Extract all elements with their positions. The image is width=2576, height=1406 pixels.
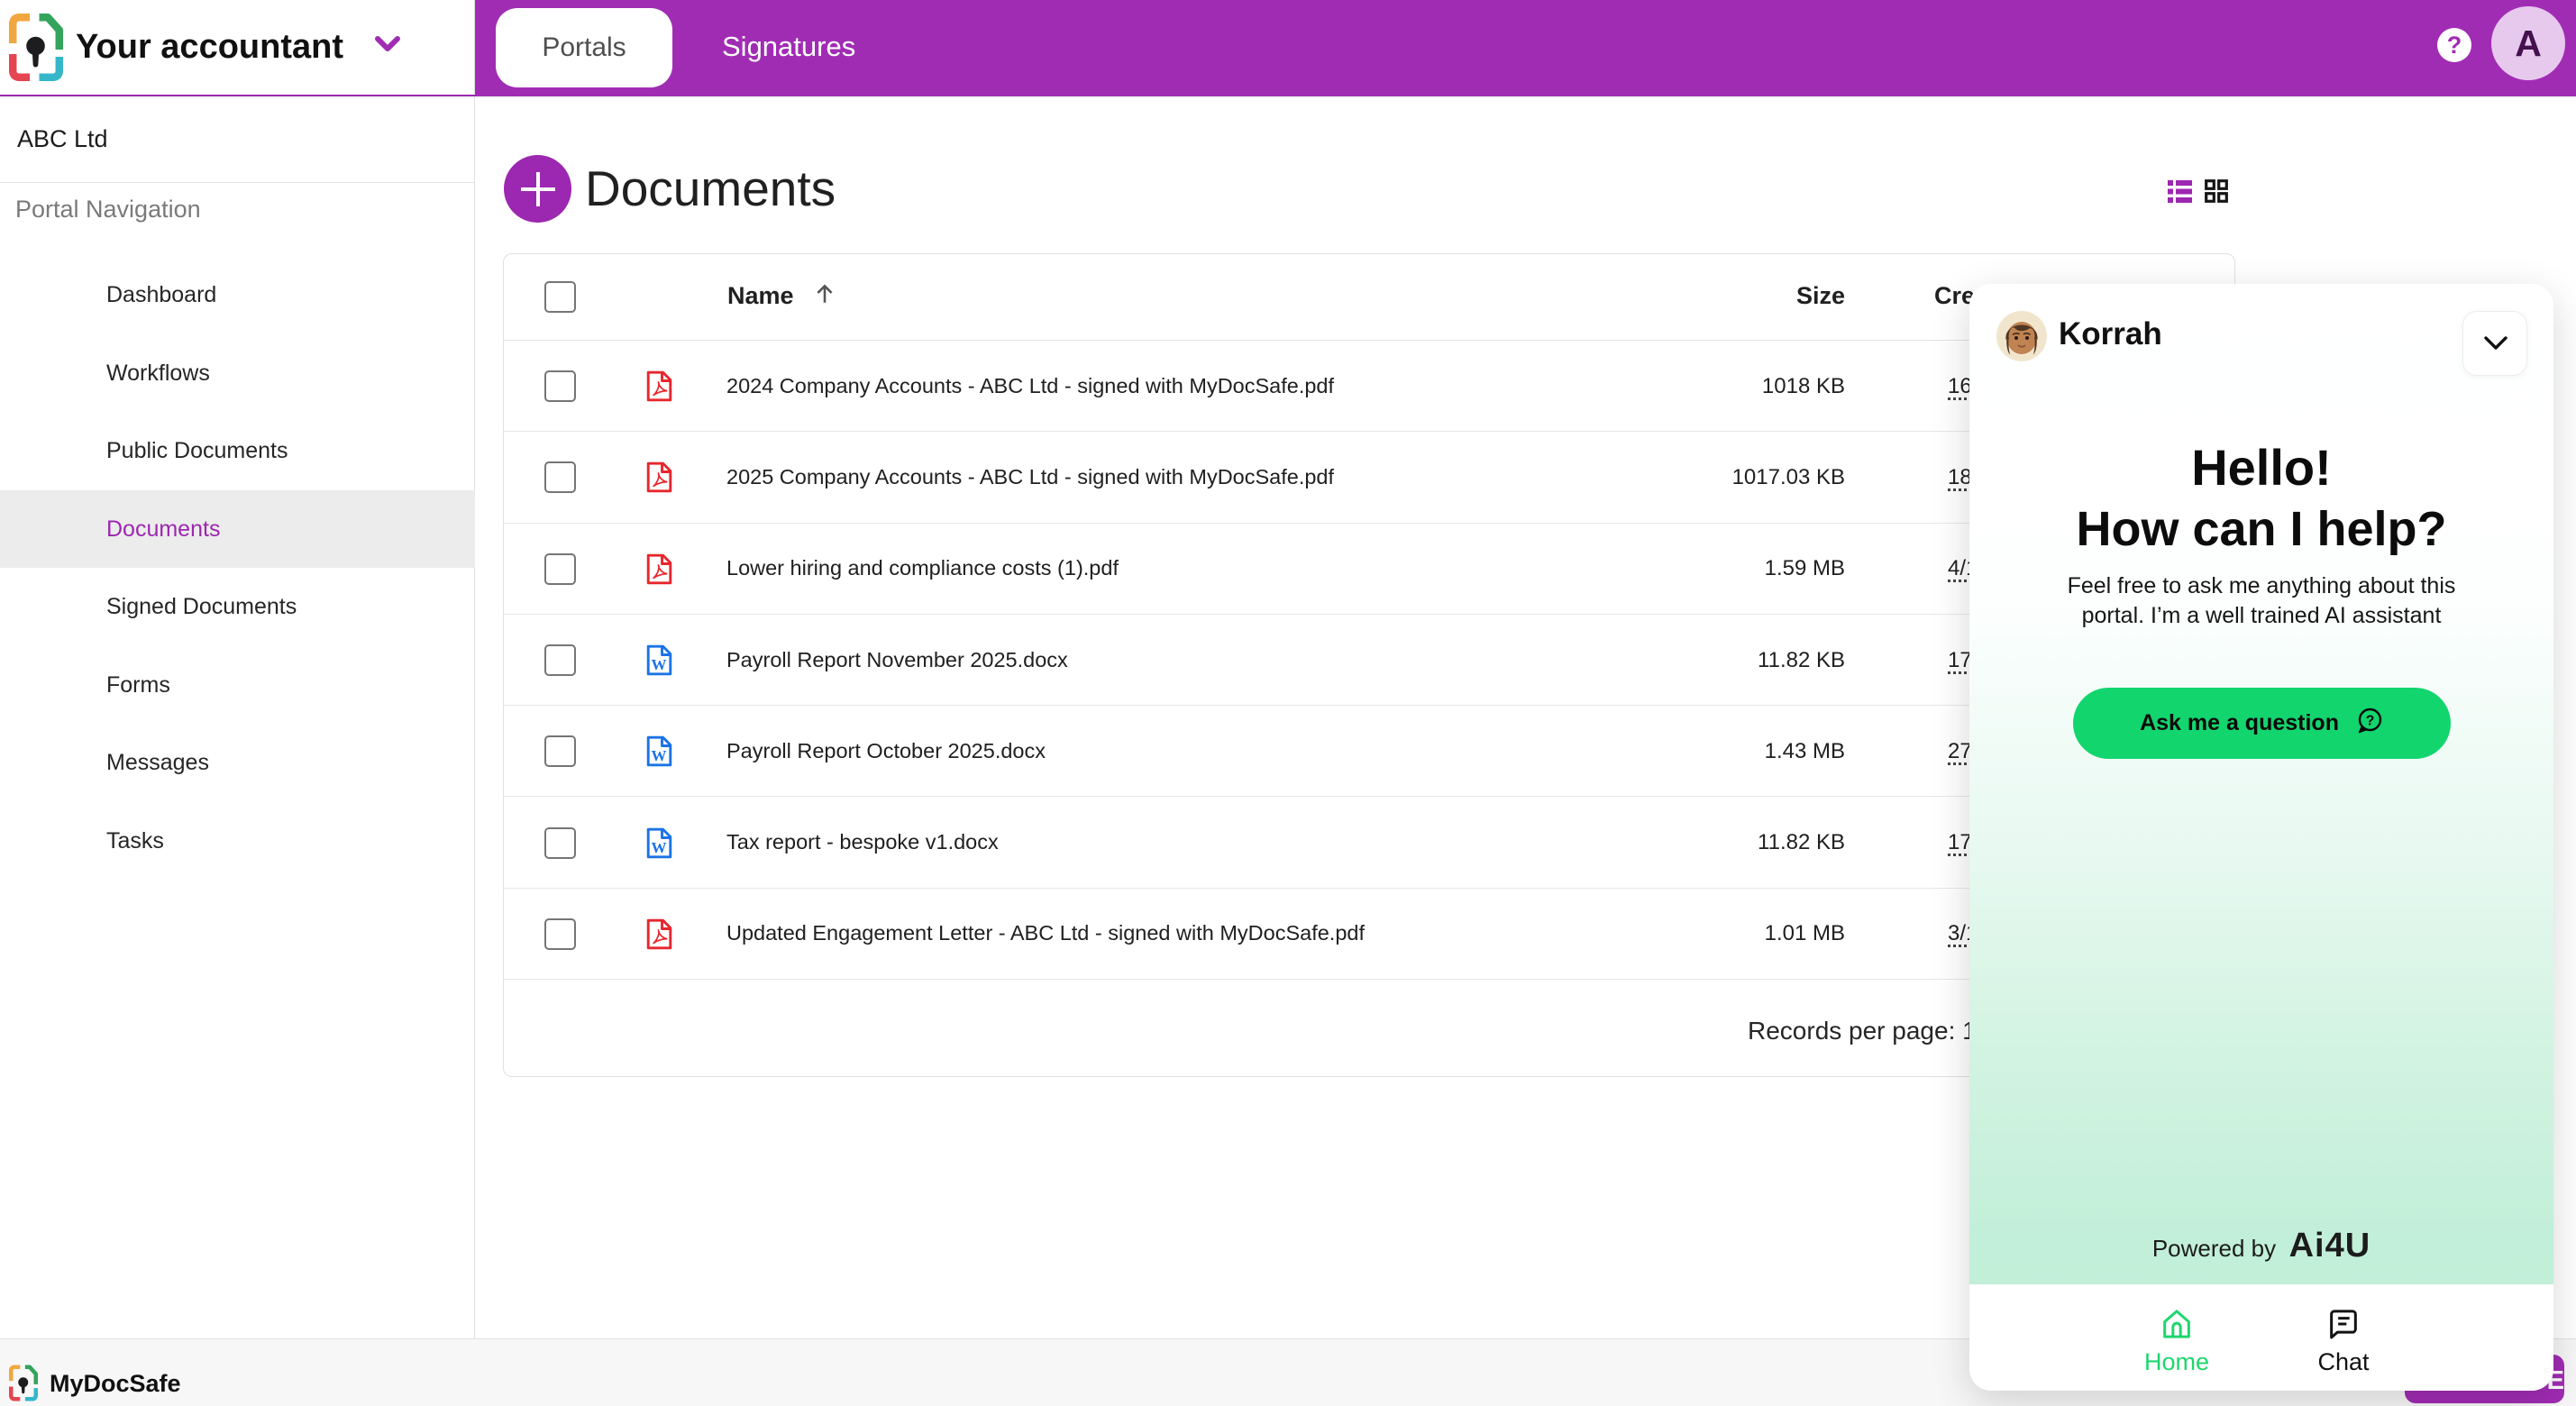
svg-text:?: ?	[2366, 714, 2375, 729]
svg-text:W: W	[652, 747, 667, 764]
svg-text:W: W	[652, 656, 667, 673]
svg-text:W: W	[652, 839, 667, 856]
